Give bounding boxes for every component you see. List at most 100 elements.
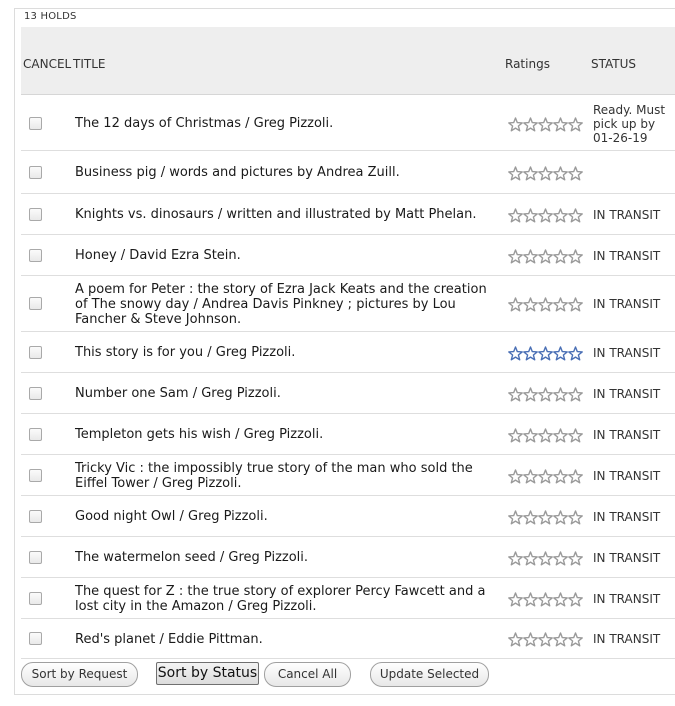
hold-title-link[interactable]: Templeton gets his wish / Greg Pizzoli. <box>75 427 495 442</box>
rating-stars[interactable] <box>508 632 584 647</box>
rating-stars[interactable] <box>508 207 584 223</box>
star-icon[interactable] <box>508 345 523 361</box>
star-icon[interactable] <box>568 165 583 181</box>
star-icon[interactable] <box>523 468 538 484</box>
star-icon[interactable] <box>523 165 538 181</box>
cancel-all-button[interactable]: Cancel All <box>264 662 351 687</box>
star-icon[interactable] <box>538 468 553 484</box>
star-icon[interactable] <box>523 386 538 402</box>
star-icon[interactable] <box>538 297 553 312</box>
star-icon[interactable] <box>523 297 538 312</box>
star-icon[interactable] <box>538 427 553 443</box>
star-icon[interactable] <box>508 297 523 312</box>
star-icon[interactable] <box>553 297 568 312</box>
star-icon[interactable] <box>538 345 553 361</box>
star-icon[interactable] <box>523 550 538 566</box>
star-icon[interactable] <box>553 632 568 647</box>
star-icon[interactable] <box>568 207 583 223</box>
rating-stars[interactable] <box>508 165 584 181</box>
star-icon[interactable] <box>538 207 553 223</box>
star-icon[interactable] <box>568 632 583 647</box>
cancel-checkbox[interactable] <box>29 248 42 262</box>
hold-title-link[interactable]: Knights vs. dinosaurs / written and illu… <box>75 207 495 222</box>
star-icon[interactable] <box>538 509 553 525</box>
rating-stars[interactable] <box>508 116 584 132</box>
star-icon[interactable] <box>508 248 523 264</box>
hold-title-link[interactable]: Tricky Vic : the impossibly true story o… <box>75 461 495 491</box>
star-icon[interactable] <box>523 207 538 223</box>
star-icon[interactable] <box>553 427 568 443</box>
star-icon[interactable] <box>553 207 568 223</box>
cancel-checkbox[interactable] <box>29 165 42 179</box>
hold-title-link[interactable]: A poem for Peter : the story of Ezra Jac… <box>75 282 495 327</box>
cancel-checkbox[interactable] <box>29 345 42 359</box>
rating-stars[interactable] <box>508 591 584 607</box>
star-icon[interactable] <box>508 165 523 181</box>
cancel-checkbox[interactable] <box>29 297 42 310</box>
hold-title-link[interactable]: Honey / David Ezra Stein. <box>75 248 495 263</box>
star-icon[interactable] <box>523 248 538 264</box>
hold-title-link[interactable]: The 12 days of Christmas / Greg Pizzoli. <box>75 116 495 131</box>
star-icon[interactable] <box>568 386 583 402</box>
hold-title-link[interactable]: The quest for Z : the true story of expl… <box>75 584 495 614</box>
star-icon[interactable] <box>568 345 583 361</box>
hold-title-link[interactable]: Business pig / words and pictures by And… <box>75 165 495 180</box>
cancel-checkbox[interactable] <box>29 116 42 130</box>
star-icon[interactable] <box>568 509 583 525</box>
star-icon[interactable] <box>553 386 568 402</box>
rating-stars[interactable] <box>508 248 584 264</box>
star-icon[interactable] <box>508 427 523 443</box>
rating-stars[interactable] <box>508 297 584 312</box>
star-icon[interactable] <box>568 468 583 484</box>
cancel-checkbox[interactable] <box>29 591 42 605</box>
star-icon[interactable] <box>568 297 583 312</box>
star-icon[interactable] <box>508 207 523 223</box>
star-icon[interactable] <box>553 509 568 525</box>
rating-stars[interactable] <box>508 427 584 443</box>
star-icon[interactable] <box>523 632 538 647</box>
star-icon[interactable] <box>523 427 538 443</box>
star-icon[interactable] <box>523 345 538 361</box>
star-icon[interactable] <box>553 345 568 361</box>
hold-title-link[interactable]: The watermelon seed / Greg Pizzoli. <box>75 550 495 565</box>
cancel-checkbox[interactable] <box>29 550 42 564</box>
star-icon[interactable] <box>538 386 553 402</box>
star-icon[interactable] <box>523 116 538 132</box>
hold-title-link[interactable]: Red's planet / Eddie Pittman. <box>75 632 495 647</box>
hold-title-link[interactable]: Good night Owl / Greg Pizzoli. <box>75 509 495 524</box>
star-icon[interactable] <box>538 248 553 264</box>
update-selected-button[interactable]: Update Selected <box>370 662 489 687</box>
rating-stars[interactable] <box>508 468 584 484</box>
star-icon[interactable] <box>538 632 553 647</box>
hold-title-link[interactable]: This story is for you / Greg Pizzoli. <box>75 345 495 360</box>
column-header-title[interactable]: TITLE <box>73 57 105 71</box>
star-icon[interactable] <box>553 468 568 484</box>
sort-by-status-button[interactable]: Sort by Status <box>156 662 259 685</box>
star-icon[interactable] <box>568 550 583 566</box>
sort-by-request-button[interactable]: Sort by Request <box>21 662 138 687</box>
cancel-checkbox[interactable] <box>29 468 42 482</box>
rating-stars[interactable] <box>508 550 584 566</box>
star-icon[interactable] <box>568 116 583 132</box>
star-icon[interactable] <box>568 591 583 607</box>
star-icon[interactable] <box>508 591 523 607</box>
star-icon[interactable] <box>538 591 553 607</box>
star-icon[interactable] <box>568 427 583 443</box>
hold-title-link[interactable]: Number one Sam / Greg Pizzoli. <box>75 386 495 401</box>
cancel-checkbox[interactable] <box>29 632 42 645</box>
star-icon[interactable] <box>508 386 523 402</box>
star-icon[interactable] <box>568 248 583 264</box>
star-icon[interactable] <box>553 165 568 181</box>
star-icon[interactable] <box>553 116 568 132</box>
rating-stars[interactable] <box>508 509 584 525</box>
star-icon[interactable] <box>553 248 568 264</box>
star-icon[interactable] <box>538 116 553 132</box>
star-icon[interactable] <box>508 116 523 132</box>
star-icon[interactable] <box>538 550 553 566</box>
cancel-checkbox[interactable] <box>29 509 42 523</box>
cancel-checkbox[interactable] <box>29 207 42 221</box>
star-icon[interactable] <box>508 468 523 484</box>
star-icon[interactable] <box>553 550 568 566</box>
star-icon[interactable] <box>553 591 568 607</box>
rating-stars[interactable] <box>508 386 584 402</box>
